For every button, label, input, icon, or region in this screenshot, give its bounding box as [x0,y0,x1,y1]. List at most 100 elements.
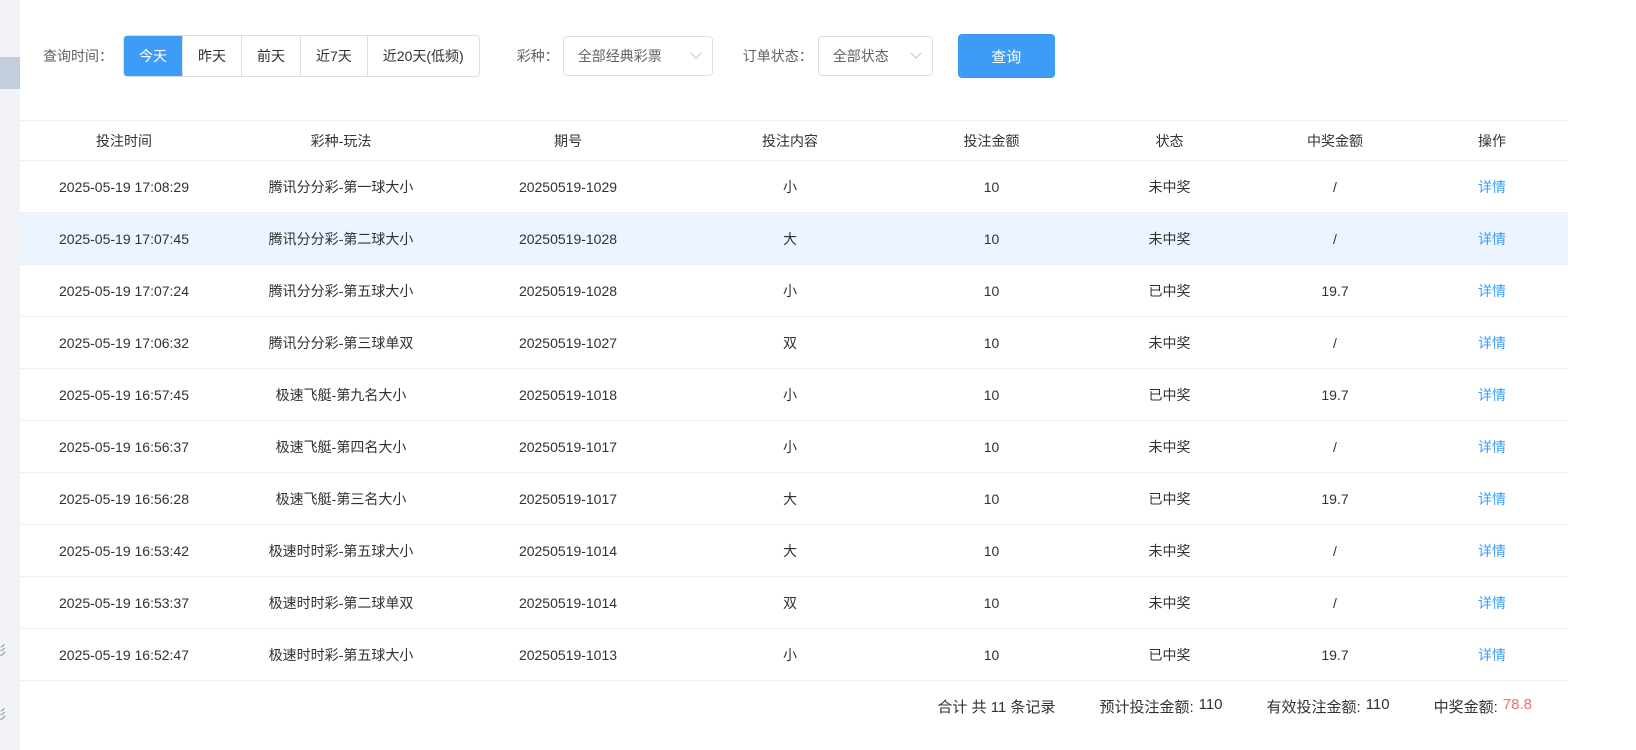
table-row: 2025-05-19 17:07:45腾讯分分彩-第二球大小20250519-1… [20,213,1568,265]
time-filter-option-2[interactable]: 前天 [241,36,300,76]
detail-link[interactable]: 详情 [1478,335,1506,351]
issue-number-cell: 20250519-1027 [454,317,682,369]
bet-amount-cell: 10 [898,265,1085,317]
issue-number-cell: 20250519-1014 [454,577,682,629]
column-header: 投注内容 [682,121,898,161]
win-amount-value: 78.8 [1503,696,1532,717]
issue-number-cell: 20250519-1017 [454,421,682,473]
detail-link[interactable]: 详情 [1478,595,1506,611]
bet-content-cell: 小 [682,629,898,681]
table-row: 2025-05-19 16:52:47极速时时彩-第五球大小20250519-1… [20,629,1568,681]
sidebar-item-fragment: 彩 [0,704,6,723]
expected-bet-amount: 预计投注金额: 110 [1099,696,1222,717]
bet-amount-cell: 10 [898,629,1085,681]
column-header: 彩种-玩法 [228,121,454,161]
bet-amount-cell: 10 [898,525,1085,577]
time-filter-option-4[interactable]: 近20天(低频) [367,36,479,76]
chevron-down-icon [910,48,921,59]
table-row: 2025-05-19 16:57:45极速飞艇-第九名大小20250519-10… [20,369,1568,421]
game-play-cell: 极速飞艇-第九名大小 [228,369,454,421]
status-cell: 未中奖 [1085,421,1254,473]
win-amount-cell: / [1254,213,1416,265]
action-cell: 详情 [1416,265,1568,317]
time-filter-option-1[interactable]: 昨天 [182,36,241,76]
detail-link[interactable]: 详情 [1478,283,1506,299]
table-row: 2025-05-19 16:56:37极速飞艇-第四名大小20250519-10… [20,421,1568,473]
bet-content-cell: 小 [682,421,898,473]
game-play-cell: 极速飞艇-第三名大小 [228,473,454,525]
expected-bet-value: 110 [1199,696,1223,717]
status-cell: 未中奖 [1085,525,1254,577]
bet-content-cell: 小 [682,369,898,421]
column-header: 中奖金额 [1254,121,1416,161]
issue-number-cell: 20250519-1029 [454,161,682,213]
sidebar-edge: 彩 彩 [0,0,20,750]
win-amount-cell: / [1254,317,1416,369]
win-amount-total: 中奖金额: 78.8 [1434,696,1532,717]
detail-link[interactable]: 详情 [1478,387,1506,403]
action-cell: 详情 [1416,525,1568,577]
detail-link[interactable]: 详情 [1478,647,1506,663]
bet-time-cell: 2025-05-19 16:56:28 [20,473,228,525]
main-content: 查询时间： 今天昨天前天近7天近20天(低频) 彩种： 全部经典彩票 订单状态：… [20,0,1636,750]
bet-time-cell: 2025-05-19 17:07:24 [20,265,228,317]
status-cell: 已中奖 [1085,369,1254,421]
bet-content-cell: 小 [682,161,898,213]
sidebar-item-fragment: 彩 [0,640,6,659]
filter-bar: 查询时间： 今天昨天前天近7天近20天(低频) 彩种： 全部经典彩票 订单状态：… [20,0,1636,78]
detail-link[interactable]: 详情 [1478,231,1506,247]
bet-content-cell: 大 [682,525,898,577]
game-play-cell: 极速时时彩-第五球大小 [228,525,454,577]
order-status-value: 全部状态 [833,46,912,66]
detail-link[interactable]: 详情 [1478,491,1506,507]
table-row: 2025-05-19 17:08:29腾讯分分彩-第一球大小20250519-1… [20,161,1568,213]
time-filter-group: 今天昨天前天近7天近20天(低频) [123,35,480,77]
sidebar-active-indicator [0,57,20,89]
bet-time-cell: 2025-05-19 16:56:37 [20,421,228,473]
table-row: 2025-05-19 17:07:24腾讯分分彩-第五球大小20250519-1… [20,265,1568,317]
bet-amount-cell: 10 [898,161,1085,213]
time-filter-option-3[interactable]: 近7天 [300,36,367,76]
bet-content-cell: 小 [682,265,898,317]
order-status-select[interactable]: 全部状态 [818,36,933,76]
action-cell: 详情 [1416,577,1568,629]
bet-time-cell: 2025-05-19 17:06:32 [20,317,228,369]
detail-link[interactable]: 详情 [1478,179,1506,195]
issue-number-cell: 20250519-1017 [454,473,682,525]
query-button[interactable]: 查询 [958,34,1055,78]
action-cell: 详情 [1416,473,1568,525]
issue-number-cell: 20250519-1014 [454,525,682,577]
game-play-cell: 极速飞艇-第四名大小 [228,421,454,473]
game-play-cell: 极速时时彩-第五球大小 [228,629,454,681]
action-cell: 详情 [1416,161,1568,213]
bet-time-cell: 2025-05-19 16:52:47 [20,629,228,681]
bet-amount-cell: 10 [898,473,1085,525]
summary-bar: 合计 共 11 条记录 预计投注金额: 110 有效投注金额: 110 中奖金额… [20,681,1636,717]
bet-time-cell: 2025-05-19 16:53:37 [20,577,228,629]
betting-records-table: 投注时间彩种-玩法期号投注内容投注金额状态中奖金额操作 2025-05-19 1… [20,120,1568,681]
table-row: 2025-05-19 17:06:32腾讯分分彩-第三球单双20250519-1… [20,317,1568,369]
bet-amount-cell: 10 [898,421,1085,473]
issue-number-cell: 20250519-1013 [454,629,682,681]
issue-number-cell: 20250519-1028 [454,265,682,317]
win-amount-label: 中奖金额: [1434,696,1498,717]
bet-time-cell: 2025-05-19 17:08:29 [20,161,228,213]
status-cell: 已中奖 [1085,265,1254,317]
status-cell: 未中奖 [1085,161,1254,213]
win-amount-cell: 19.7 [1254,369,1416,421]
valid-bet-label: 有效投注金额: [1267,696,1361,717]
detail-link[interactable]: 详情 [1478,543,1506,559]
game-play-cell: 腾讯分分彩-第五球大小 [228,265,454,317]
detail-link[interactable]: 详情 [1478,439,1506,455]
win-amount-cell: / [1254,577,1416,629]
bet-time-cell: 2025-05-19 17:07:45 [20,213,228,265]
column-header: 状态 [1085,121,1254,161]
bet-amount-cell: 10 [898,317,1085,369]
lottery-type-select[interactable]: 全部经典彩票 [563,36,713,76]
win-amount-cell: / [1254,421,1416,473]
time-filter-option-0[interactable]: 今天 [124,36,182,76]
chevron-down-icon [690,48,701,59]
game-play-cell: 腾讯分分彩-第三球单双 [228,317,454,369]
bet-content-cell: 双 [682,317,898,369]
bet-amount-cell: 10 [898,369,1085,421]
